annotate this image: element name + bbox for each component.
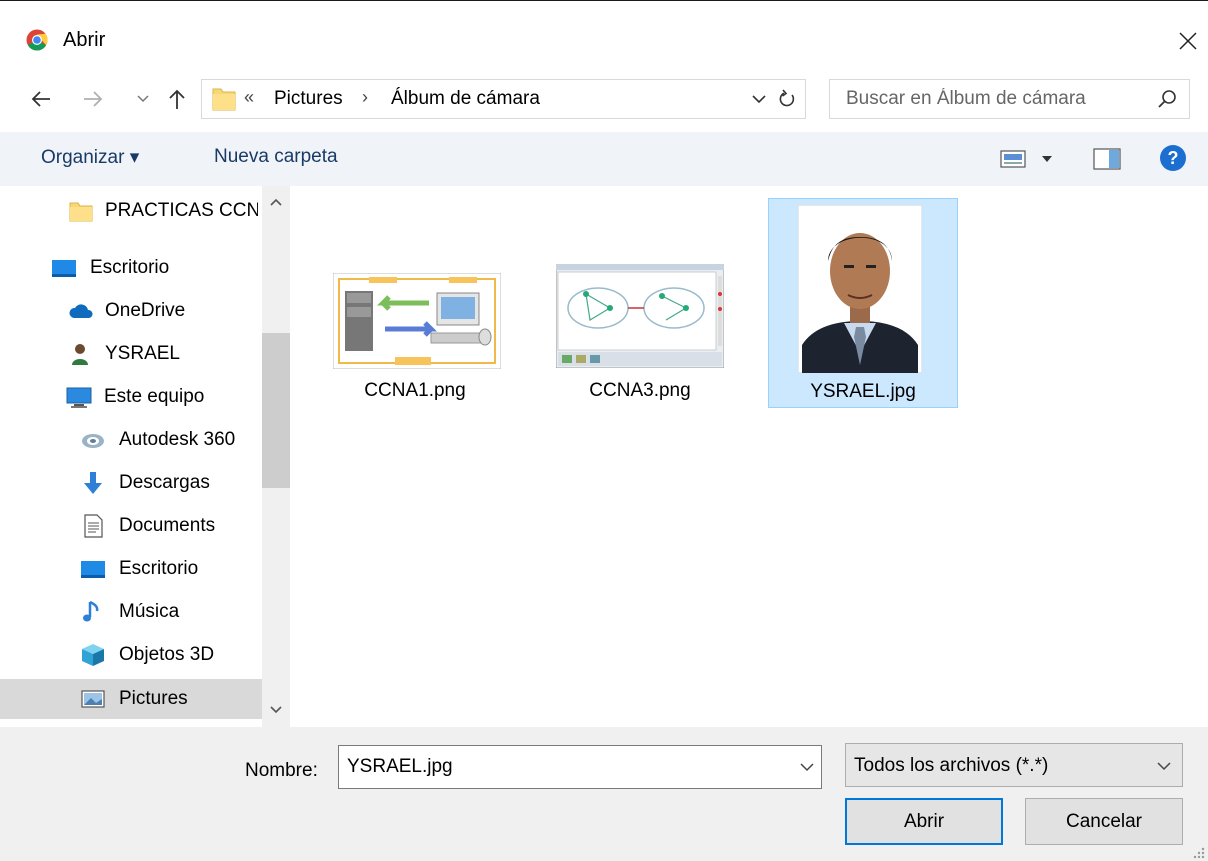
search-box[interactable]	[829, 79, 1190, 119]
scroll-up-button[interactable]	[262, 191, 290, 213]
breadcrumb-separator: ›	[362, 87, 368, 107]
help-icon[interactable]: ?	[1159, 144, 1187, 172]
window-title: Abrir	[63, 29, 106, 51]
chevron-down-icon	[800, 762, 814, 771]
nav-item-practicas-ccna[interactable]: PRACTICAS CCN	[0, 191, 262, 231]
nav-item-label: OneDrive	[105, 300, 186, 321]
folder-icon	[212, 88, 236, 111]
autodesk-icon	[82, 434, 104, 448]
preview-pane-icon[interactable]	[1093, 148, 1121, 170]
nav-item-documents[interactable]: Documents	[0, 506, 262, 546]
documents-icon	[84, 514, 103, 538]
nav-item-escritorio-2[interactable]: Escritorio	[0, 549, 262, 589]
file-name: YSRAEL.jpg	[810, 381, 916, 402]
nav-item-label: Objetos 3D	[119, 644, 215, 665]
chevron-down-icon	[752, 94, 766, 103]
title-bar: Abrir	[0, 1, 1208, 79]
open-file-dialog: Abrir « Pictures › Álbum de cámara Busca…	[0, 0, 1208, 861]
chrome-icon	[26, 29, 48, 51]
nav-item-label: YSRAEL	[105, 343, 180, 364]
command-bar: Organizar ▾ Nueva carpeta ?	[0, 132, 1208, 186]
nav-item-objetos-3d[interactable]: Objetos 3D	[0, 635, 262, 675]
file-thumbnail	[798, 205, 922, 373]
nav-item-label: Documents	[119, 515, 216, 536]
navigation-pane: PRACTICAS CCN Escritorio OneDrive YSRAEL	[0, 186, 290, 727]
breadcrumb-pictures[interactable]: Pictures	[274, 88, 343, 110]
computer-icon	[66, 387, 92, 408]
close-icon	[1179, 32, 1197, 50]
organize-button[interactable]: Organizar ▾	[41, 146, 139, 169]
filename-dropdown-button[interactable]	[795, 754, 819, 780]
desktop-icon	[52, 260, 76, 277]
file-item[interactable]: CCNA3.png	[545, 198, 735, 408]
cancel-button[interactable]: Cancelar	[1025, 798, 1183, 845]
filename-combobox[interactable]	[338, 745, 822, 789]
chevron-down-icon	[137, 95, 149, 103]
nav-item-musica[interactable]: Música	[0, 592, 262, 632]
nav-item-label: Pictures	[119, 688, 188, 709]
nav-item-descargas[interactable]: Descargas	[0, 463, 262, 503]
music-icon	[83, 600, 99, 622]
scroll-down-button[interactable]	[262, 699, 290, 721]
arrow-left-icon	[31, 91, 50, 107]
file-type-dropdown-button[interactable]	[1152, 754, 1176, 778]
resize-grip-icon[interactable]	[1190, 844, 1206, 860]
nav-item-escritorio[interactable]: Escritorio	[0, 248, 262, 288]
close-button[interactable]	[1168, 21, 1208, 61]
forward-button[interactable]	[78, 81, 108, 117]
address-dropdown-button[interactable]	[747, 86, 771, 112]
onedrive-icon	[69, 304, 93, 318]
download-icon	[84, 472, 102, 494]
nav-item-label: PRACTICAS CCN	[105, 200, 258, 221]
back-button[interactable]	[24, 81, 58, 117]
user-icon	[72, 344, 88, 365]
file-thumbnail	[333, 273, 501, 369]
file-thumbnail	[556, 264, 724, 368]
new-folder-button[interactable]: Nueva carpeta	[214, 146, 338, 168]
refresh-button[interactable]	[772, 84, 802, 114]
file-item-selected[interactable]: YSRAEL.jpg	[768, 198, 958, 408]
breadcrumb-overflow[interactable]: «	[244, 87, 254, 108]
file-type-value: Todos los archivos (*.*)	[854, 755, 1049, 776]
file-name: CCNA1.png	[364, 380, 466, 401]
filename-label: Nombre:	[245, 760, 318, 781]
filename-input[interactable]	[339, 746, 779, 788]
chevron-down-icon	[1157, 761, 1171, 770]
file-type-select[interactable]: Todos los archivos (*.*)	[845, 743, 1183, 787]
nav-item-label: Este equipo	[104, 386, 205, 407]
view-options-icon[interactable]	[1000, 149, 1056, 169]
file-list[interactable]: CCNA1.png CCNA3.png YSRAEL.jpg	[290, 186, 1208, 727]
scrollbar-thumb[interactable]	[262, 333, 290, 488]
chevron-up-icon	[270, 198, 282, 206]
chevron-down-icon	[270, 706, 282, 714]
folder-icon	[69, 202, 93, 222]
nav-item-este-equipo[interactable]: Este equipo	[0, 377, 262, 417]
open-button[interactable]: Abrir	[845, 798, 1003, 845]
up-button[interactable]	[162, 81, 192, 117]
search-input[interactable]	[830, 80, 1150, 118]
svg-text:?: ?	[1168, 148, 1179, 168]
breadcrumb-camera-album[interactable]: Álbum de cámara	[391, 88, 540, 110]
nav-item-ysrael[interactable]: YSRAEL	[0, 334, 262, 374]
recent-locations-button[interactable]	[132, 81, 154, 117]
nav-item-label: Autodesk 360	[119, 429, 236, 450]
search-icon[interactable]	[1155, 87, 1179, 111]
refresh-icon	[779, 89, 795, 107]
file-item[interactable]: CCNA1.png	[320, 198, 510, 408]
pictures-icon	[81, 690, 105, 708]
desktop-icon	[81, 561, 105, 578]
nav-item-pictures[interactable]: Pictures	[0, 679, 262, 719]
nav-item-label: Descargas	[119, 472, 210, 493]
nav-item-label: Escritorio	[119, 558, 199, 579]
address-bar[interactable]: « Pictures › Álbum de cámara	[201, 79, 806, 119]
nav-item-label: Escritorio	[90, 257, 170, 278]
nav-item-label: Música	[119, 601, 180, 622]
arrow-up-icon	[169, 89, 185, 109]
arrow-right-icon	[84, 91, 103, 107]
objects3d-icon	[82, 644, 104, 666]
nav-item-onedrive[interactable]: OneDrive	[0, 291, 262, 331]
file-name: CCNA3.png	[589, 380, 691, 401]
nav-item-autodesk-360[interactable]: Autodesk 360	[0, 420, 262, 460]
